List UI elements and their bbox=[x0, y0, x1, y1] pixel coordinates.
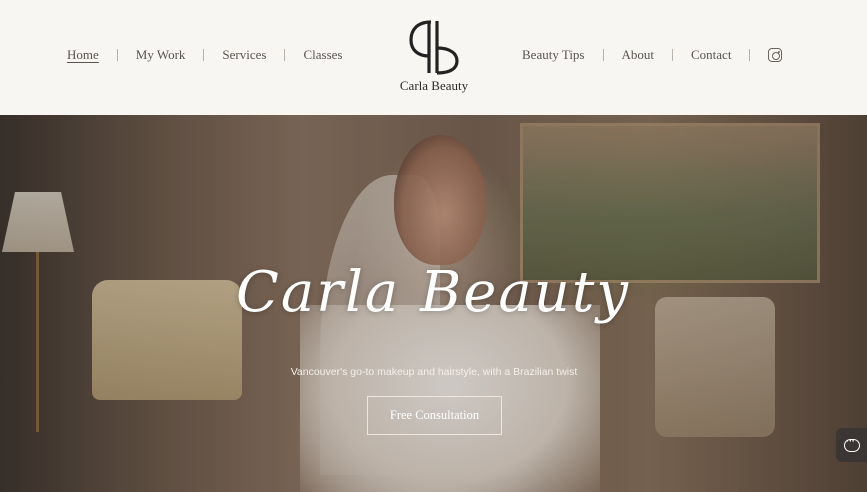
site-header: Home My Work Services Classes Carla Beau… bbox=[0, 0, 867, 115]
logo-text: Carla Beauty bbox=[399, 78, 469, 93]
nav-my-work[interactable]: My Work bbox=[136, 47, 186, 63]
nav-divider bbox=[602, 49, 604, 61]
nav-home[interactable]: Home bbox=[67, 47, 99, 63]
free-consultation-button[interactable]: Free Consultation bbox=[367, 396, 502, 435]
nav-left: Home My Work Services Classes bbox=[67, 47, 342, 63]
nav-right: Beauty Tips About Contact bbox=[522, 47, 783, 63]
site-logo[interactable]: Carla Beauty bbox=[392, 18, 476, 94]
cb-monogram-icon bbox=[409, 20, 459, 75]
chat-icon bbox=[843, 434, 860, 452]
chat-widget-button[interactable] bbox=[836, 428, 867, 462]
nav-divider bbox=[203, 49, 205, 61]
nav-about[interactable]: About bbox=[622, 47, 655, 63]
nav-classes[interactable]: Classes bbox=[303, 47, 342, 63]
nav-beauty-tips[interactable]: Beauty Tips bbox=[522, 47, 585, 63]
instagram-icon[interactable] bbox=[768, 48, 783, 62]
nav-divider bbox=[284, 49, 286, 61]
nav-divider bbox=[116, 49, 118, 61]
nav-services[interactable]: Services bbox=[222, 47, 266, 63]
hero-tagline: Vancouver's go-to makeup and hairstyle, … bbox=[290, 366, 578, 378]
nav-divider bbox=[749, 49, 751, 61]
nav-divider bbox=[672, 49, 673, 61]
hero-banner: Carla Beauty Vancouver's go-to makeup an… bbox=[0, 115, 867, 492]
hero-title: Carla Beauty bbox=[236, 260, 630, 325]
nav-contact[interactable]: Contact bbox=[691, 47, 731, 63]
